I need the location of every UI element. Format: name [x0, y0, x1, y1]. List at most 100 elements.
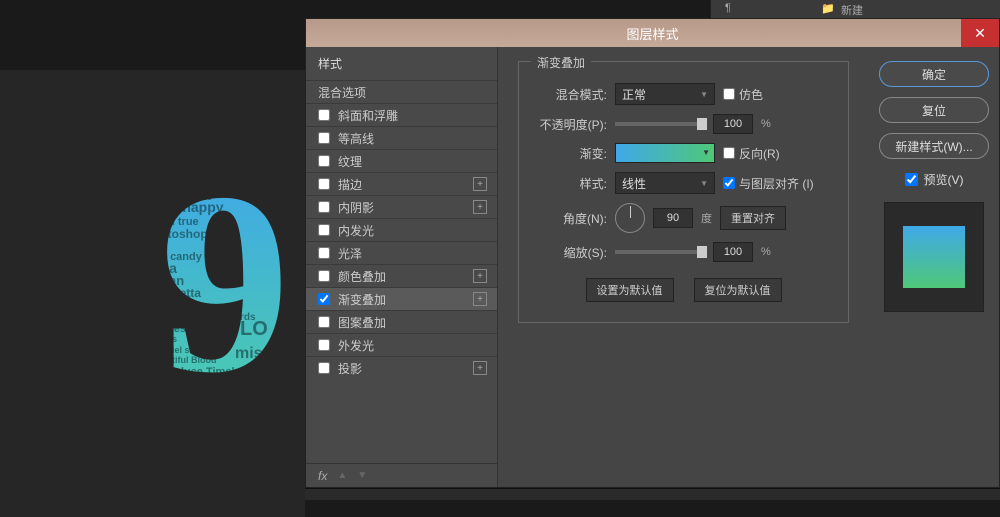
effect-checkbox[interactable] — [318, 178, 330, 190]
effect-checkbox[interactable] — [318, 155, 330, 167]
reset-align-button[interactable]: 重置对齐 — [720, 206, 786, 230]
opacity-thumb[interactable] — [697, 118, 707, 130]
percent-label: % — [761, 118, 771, 130]
plus-icon[interactable]: + — [473, 292, 487, 306]
styles-footer: fx ▲ ▼ — [306, 463, 497, 487]
effect-row[interactable]: 斜面和浮雕 — [306, 103, 497, 126]
set-default-button[interactable]: 设置为默认值 — [586, 278, 674, 302]
plus-icon[interactable]: + — [473, 269, 487, 283]
effect-row[interactable]: 投影 + — [306, 356, 497, 379]
effect-row[interactable]: 描边+ — [306, 172, 497, 195]
angle-input[interactable]: 90 — [653, 208, 693, 228]
svg-text:Beautiful Blood: Beautiful Blood — [150, 355, 217, 365]
effect-row[interactable]: 颜色叠加 + — [306, 264, 497, 287]
new-folder-label: 新建 — [841, 2, 863, 18]
preview-checkbox[interactable]: 预览(V) — [905, 171, 964, 188]
svg-text:seduce Timeles: seduce Timeles — [165, 366, 247, 378]
reverse-checkbox[interactable]: 反向(R) — [723, 145, 780, 162]
effect-label: 图案叠加 — [338, 314, 386, 331]
svg-text:Lilith Amaya: Lilith Amaya — [140, 312, 194, 322]
effect-row[interactable]: 光泽 — [306, 241, 497, 264]
effect-checkbox[interactable] — [318, 293, 330, 305]
svg-text:miss: miss — [235, 345, 272, 362]
effect-label: 斜面和浮雕 — [338, 107, 398, 124]
reset-button[interactable]: 复位 — [879, 97, 989, 123]
svg-text:Eternallove: Eternallove — [175, 379, 224, 389]
dialog-titlebar[interactable]: 图层样式 ✕ — [306, 19, 999, 47]
style-label: 样式: — [535, 175, 607, 192]
effect-label: 光泽 — [338, 245, 362, 262]
plus-icon[interactable]: + — [473, 177, 487, 191]
effect-checkbox[interactable] — [318, 247, 330, 259]
effect-row[interactable]: 等高线 — [306, 126, 497, 149]
effect-row[interactable]: 图案叠加 — [306, 310, 497, 333]
svg-text:smile summer: smile summer — [185, 432, 252, 443]
svg-text:Better Need: Better Need — [180, 389, 236, 400]
scale-thumb[interactable] — [697, 246, 707, 258]
dialog-buttons: 确定 复位 新建样式(W)... 预览(V) — [869, 47, 999, 487]
svg-text:LO: LO — [240, 318, 268, 340]
canvas-area: 9 touch Favorite Louishappy reborn true … — [0, 70, 305, 517]
opacity-input[interactable]: 100 — [713, 114, 753, 134]
svg-text:Photoshop Auti: Photoshop Auti — [145, 227, 234, 241]
styles-header[interactable]: 样式 — [306, 47, 497, 80]
effect-checkbox[interactable] — [318, 362, 330, 374]
close-button[interactable]: ✕ — [961, 19, 999, 47]
chevron-down-icon: ▼ — [700, 179, 708, 188]
effect-checkbox[interactable] — [318, 201, 330, 213]
blending-options-row[interactable]: 混合选项 — [306, 80, 497, 103]
wordart-layer: 9 touch Favorite Louishappy reborn true … — [130, 170, 320, 480]
percent-label: % — [761, 246, 771, 258]
effect-label: 等高线 — [338, 130, 374, 147]
scale-slider[interactable] — [615, 250, 705, 254]
blend-mode-select[interactable]: 正常 ▼ — [615, 83, 715, 105]
new-style-button[interactable]: 新建样式(W)... — [879, 133, 989, 159]
svg-text:hello: hello — [140, 240, 162, 250]
scale-input[interactable]: 100 — [713, 242, 753, 262]
effect-checkbox[interactable] — [318, 224, 330, 236]
blending-options-label: 混合选项 — [318, 84, 366, 101]
gradient-overlay-panel: 渐变叠加 混合模式: 正常 ▼ 仿色 不透明度(P): — [498, 47, 869, 487]
effect-checkbox[interactable] — [318, 109, 330, 121]
effect-checkbox[interactable] — [318, 270, 330, 282]
effect-row[interactable]: 内阴影 + — [306, 195, 497, 218]
svg-text:steam: steam — [185, 407, 225, 423]
preview-well — [884, 202, 984, 312]
gradient-picker[interactable]: ▼ — [615, 143, 715, 163]
effect-checkbox[interactable] — [318, 132, 330, 144]
dither-checkbox[interactable]: 仿色 — [723, 86, 763, 103]
svg-text:Gassiel shadow A: Gassiel shadow A — [150, 345, 227, 355]
ok-button[interactable]: 确定 — [879, 61, 989, 87]
reverse-label: 反向(R) — [739, 145, 780, 162]
effect-checkbox[interactable] — [318, 316, 330, 328]
up-arrow-icon[interactable]: ▲ — [337, 470, 347, 481]
effect-row[interactable]: 纹理 — [306, 149, 497, 172]
reset-default-button[interactable]: 复位为默认值 — [694, 278, 782, 302]
style-select[interactable]: 线性 ▼ — [615, 172, 715, 194]
svg-text:2008 Aletta: 2008 Aletta — [138, 286, 201, 300]
blend-mode-value: 正常 — [622, 86, 646, 103]
fx-icon[interactable]: fx — [318, 469, 327, 483]
blend-mode-label: 混合模式: — [535, 86, 607, 103]
down-arrow-icon[interactable]: ▼ — [357, 470, 367, 481]
effect-label: 内阴影 — [338, 199, 374, 216]
effect-label: 内发光 — [338, 222, 374, 239]
effect-label: 外发光 — [338, 337, 374, 354]
svg-text:Louishappy: Louishappy — [145, 199, 224, 215]
scale-label: 缩放(S): — [535, 244, 607, 261]
svg-text:tomorrow days: tomorrow days — [185, 443, 235, 450]
effect-label: 投影 — [338, 360, 362, 377]
preview-label: 预览(V) — [924, 171, 964, 188]
plus-icon[interactable]: + — [473, 361, 487, 375]
align-layer-checkbox[interactable]: 与图层对齐 (I) — [723, 175, 814, 192]
effect-row[interactable]: 外发光 — [306, 333, 497, 356]
effect-label: 颜色叠加 — [338, 268, 386, 285]
effect-row[interactable]: 内发光 — [306, 218, 497, 241]
effect-row[interactable]: 渐变叠加+ — [306, 287, 497, 310]
effect-checkbox[interactable] — [318, 339, 330, 351]
svg-text:Sadnes: Sadnes — [145, 334, 177, 344]
opacity-slider[interactable] — [615, 122, 705, 126]
angle-dial[interactable] — [615, 203, 645, 233]
style-value: 线性 — [622, 175, 646, 192]
plus-icon[interactable]: + — [473, 200, 487, 214]
